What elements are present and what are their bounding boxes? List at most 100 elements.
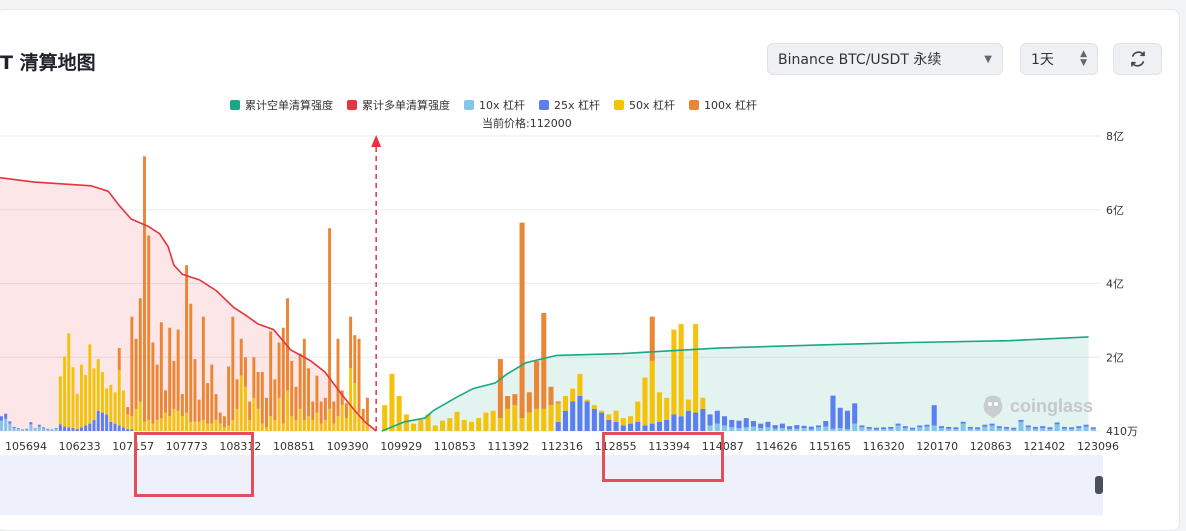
long-liquidation-bar [164,390,167,413]
short-liquidation-bar [743,418,749,428]
long-liquidation-bar [12,426,16,429]
short-liquidation-bar [649,423,655,431]
period-select[interactable]: 1天 ▲ ▼ [1020,43,1098,75]
short-liquidation-bar [765,427,771,431]
short-liquidation-bar [671,329,677,415]
long-liquidation-bar [155,419,159,431]
refresh-icon [1130,51,1145,67]
long-liquidation-bar [349,316,353,369]
long-liquidation-bar [42,427,46,429]
watermark-text: coinglass [1010,395,1094,416]
short-liquidation-bar [910,429,916,431]
short-liquidation-bar [678,416,684,431]
long-liquidation-bar [147,419,151,431]
long-liquidation-bar [8,421,12,424]
long-liquidation-bar [180,416,184,431]
short-liquidation-bar [505,395,511,409]
short-liquidation-bar [1054,424,1060,431]
short-liquidation-bar [635,401,641,422]
legend-label: 累计多单清算强度 [362,99,450,112]
short-liquidation-bar [902,426,908,429]
long-liquidation-bar [88,344,92,424]
long-liquidation-bar [357,338,361,413]
long-liquidation-bar [206,383,210,424]
legend-swatch [539,100,550,110]
long-liquidation-bar [54,428,58,431]
long-liquidation-bar [256,408,260,431]
short-liquidation-bar [881,427,887,430]
long-liquidation-bar [84,425,88,431]
short-liquidation-bar [823,421,829,427]
long-liquidation-bar [88,423,92,431]
long-liquidation-bar [302,338,306,420]
long-liquidation-bar [37,426,41,431]
long-liquidation-bar [46,429,50,431]
long-liquidation-bar [294,386,298,420]
coinglass-watermark: coinglass [982,394,1093,418]
long-liquidation-bar [121,390,125,428]
legend-item-10x[interactable]: 10x 杠杆 [464,97,525,113]
legend-item-short-cumulative[interactable]: 累计空单清算强度 [230,97,333,113]
short-liquidation-bar [700,397,706,409]
short-liquidation-bar [1040,426,1046,429]
short-liquidation-bar [526,412,532,431]
short-liquidation-bar [787,426,793,430]
short-liquidation-bar [946,428,952,431]
short-liquidation-bar [548,386,554,406]
long-liquidation-bar [248,419,252,431]
legend-item-100x[interactable]: 100x 杠杆 [689,97,757,113]
long-liquidation-bar [147,235,151,420]
short-liquidation-bar [1083,424,1089,427]
short-liquidation-bar [931,425,937,431]
short-liquidation-bar [432,425,438,431]
short-liquidation-bar [779,423,785,429]
short-liquidation-bar [888,426,894,429]
short-liquidation-bar [440,420,446,431]
short-liquidation-bar [620,425,626,431]
long-liquidation-bar [113,392,117,424]
short-liquidation-bar [584,401,590,431]
short-liquidation-bar [1047,427,1053,430]
exchange-select[interactable]: Binance BTC/USDT 永续 ▼ [767,43,1003,75]
legend-item-50x[interactable]: 50x 杠杆 [614,97,675,113]
short-liquidation-bar [591,408,597,431]
short-liquidation-bar [1047,429,1053,431]
long-liquidation-bar [294,419,298,431]
long-liquidation-bar [117,425,121,431]
long-liquidation-bar [328,408,332,431]
long-liquidation-bar [277,397,281,431]
legend-item-25x[interactable]: 25x 杠杆 [539,97,600,113]
long-liquidation-bar [63,356,67,427]
short-liquidation-bar [628,423,634,431]
long-liquidation-bar [353,383,357,431]
short-liquidation-bar [497,418,503,431]
long-liquidation-bar [54,428,58,429]
short-liquidation-bar [714,410,720,424]
short-liquidation-bar [772,428,778,431]
legend-item-long-cumulative[interactable]: 累计多单清算强度 [347,97,450,113]
short-liquidation-bar [526,392,532,413]
scrollbar-handle[interactable] [1095,476,1103,494]
long-liquidation-bar [269,416,273,431]
x-tick-label: 109929 [380,440,422,453]
short-liquidation-bar [722,425,728,431]
long-liquidation-bar [332,401,336,424]
short-liquidation-bar [881,429,887,431]
x-tick-label: 121402 [1023,440,1065,453]
long-liquidation-bar [252,397,256,431]
short-liquidation-bar [562,395,568,411]
short-liquidation-bar [1004,426,1010,429]
refresh-button[interactable] [1113,43,1162,75]
long-liquidation-bar [84,374,88,426]
y-tick-label: 4亿 [1106,278,1124,291]
long-liquidation-bar [159,418,163,431]
long-liquidation-bar [105,414,109,431]
x-tick-label: 110853 [434,440,476,453]
long-liquidation-bar [37,424,41,427]
short-liquidation-bar [396,395,402,431]
short-liquidation-bar [671,414,677,431]
legend-swatch [347,100,357,110]
short-liquidation-bar [736,428,742,431]
short-liquidation-bar [570,401,576,431]
long-liquidation-bar [180,394,184,417]
